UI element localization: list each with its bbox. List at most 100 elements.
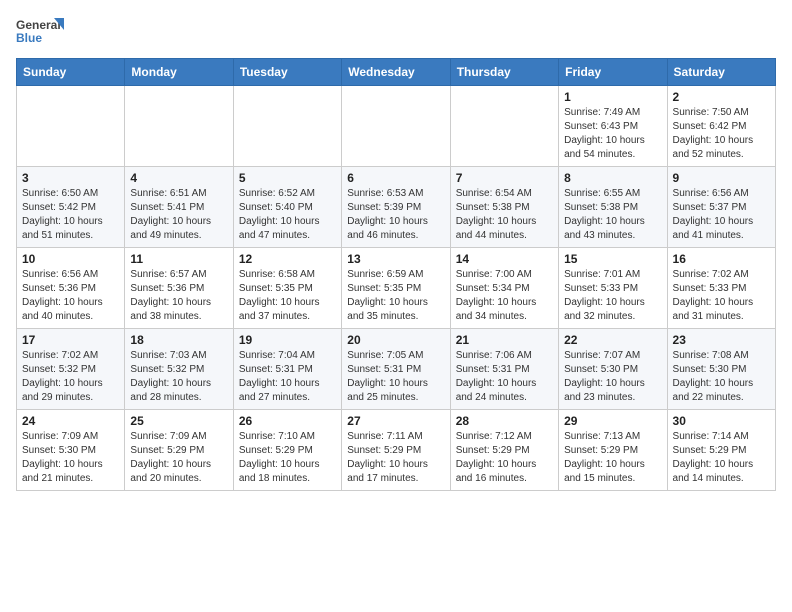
calendar-cell: 13 Sunrise: 6:59 AM Sunset: 5:35 PM Dayli… <box>342 248 450 329</box>
day-number: 2 <box>673 90 770 104</box>
day-info: Sunrise: 7:49 AM Sunset: 6:43 PM Dayligh… <box>564 106 661 162</box>
calendar-cell: 15 Sunrise: 7:01 AM Sunset: 5:33 PM Dayli… <box>559 248 667 329</box>
weekday-header: Saturday <box>667 59 775 86</box>
day-info: Sunrise: 6:56 AM Sunset: 5:37 PM Dayligh… <box>673 187 770 243</box>
svg-text:General: General <box>16 18 61 32</box>
calendar-cell <box>125 86 233 167</box>
day-info: Sunrise: 7:04 AM Sunset: 5:31 PM Dayligh… <box>239 349 336 405</box>
calendar-cell <box>233 86 341 167</box>
day-info: Sunrise: 7:09 AM Sunset: 5:30 PM Dayligh… <box>22 430 119 486</box>
day-info: Sunrise: 7:06 AM Sunset: 5:31 PM Dayligh… <box>456 349 553 405</box>
day-info: Sunrise: 7:13 AM Sunset: 5:29 PM Dayligh… <box>564 430 661 486</box>
day-info: Sunrise: 7:50 AM Sunset: 6:42 PM Dayligh… <box>673 106 770 162</box>
day-number: 6 <box>347 171 444 185</box>
day-info: Sunrise: 7:09 AM Sunset: 5:29 PM Dayligh… <box>130 430 227 486</box>
day-number: 15 <box>564 252 661 266</box>
calendar-cell: 1 Sunrise: 7:49 AM Sunset: 6:43 PM Daylig… <box>559 86 667 167</box>
calendar-cell: 18Sunrise: 7:03 AM Sunset: 5:32 PM Dayli… <box>125 329 233 410</box>
calendar-cell: 12 Sunrise: 6:58 AM Sunset: 5:35 PM Dayli… <box>233 248 341 329</box>
calendar-cell: 19 Sunrise: 7:04 AM Sunset: 5:31 PM Dayli… <box>233 329 341 410</box>
day-number: 4 <box>130 171 227 185</box>
day-info: Sunrise: 7:02 AM Sunset: 5:32 PM Dayligh… <box>22 349 119 405</box>
day-info: Sunrise: 7:03 AM Sunset: 5:32 PM Dayligh… <box>130 349 227 405</box>
day-number: 25 <box>130 414 227 428</box>
day-number: 13 <box>347 252 444 266</box>
day-number: 14 <box>456 252 553 266</box>
day-number: 20 <box>347 333 444 347</box>
calendar-cell: 8Sunrise: 6:55 AM Sunset: 5:38 PM Daylig… <box>559 167 667 248</box>
calendar-cell: 7Sunrise: 6:54 AM Sunset: 5:38 PM Daylig… <box>450 167 558 248</box>
weekday-header-row: SundayMondayTuesdayWednesdayThursdayFrid… <box>17 59 776 86</box>
day-number: 12 <box>239 252 336 266</box>
logo-icon: GeneralBlue <box>16 16 66 48</box>
day-info: Sunrise: 7:08 AM Sunset: 5:30 PM Dayligh… <box>673 349 770 405</box>
day-info: Sunrise: 7:00 AM Sunset: 5:34 PM Dayligh… <box>456 268 553 324</box>
day-number: 28 <box>456 414 553 428</box>
calendar-cell: 28 Sunrise: 7:12 AM Sunset: 5:29 PM Dayli… <box>450 410 558 491</box>
day-number: 11 <box>130 252 227 266</box>
day-info: Sunrise: 7:11 AM Sunset: 5:29 PM Dayligh… <box>347 430 444 486</box>
weekday-header: Thursday <box>450 59 558 86</box>
calendar-cell: 25 Sunrise: 7:09 AM Sunset: 5:29 PM Dayli… <box>125 410 233 491</box>
day-number: 10 <box>22 252 119 266</box>
day-info: Sunrise: 6:56 AM Sunset: 5:36 PM Dayligh… <box>22 268 119 324</box>
calendar-cell: 5Sunrise: 6:52 AM Sunset: 5:40 PM Daylig… <box>233 167 341 248</box>
day-number: 26 <box>239 414 336 428</box>
weekday-header: Monday <box>125 59 233 86</box>
weekday-header: Tuesday <box>233 59 341 86</box>
weekday-header: Wednesday <box>342 59 450 86</box>
day-number: 9 <box>673 171 770 185</box>
calendar-cell: 23 Sunrise: 7:08 AM Sunset: 5:30 PM Dayli… <box>667 329 775 410</box>
calendar-cell: 3Sunrise: 6:50 AM Sunset: 5:42 PM Daylig… <box>17 167 125 248</box>
svg-text:Blue: Blue <box>16 31 42 45</box>
day-info: Sunrise: 7:07 AM Sunset: 5:30 PM Dayligh… <box>564 349 661 405</box>
day-info: Sunrise: 6:59 AM Sunset: 5:35 PM Dayligh… <box>347 268 444 324</box>
day-info: Sunrise: 6:54 AM Sunset: 5:38 PM Dayligh… <box>456 187 553 243</box>
calendar-cell: 20Sunrise: 7:05 AM Sunset: 5:31 PM Dayli… <box>342 329 450 410</box>
logo: GeneralBlue <box>16 16 66 48</box>
day-info: Sunrise: 7:02 AM Sunset: 5:33 PM Dayligh… <box>673 268 770 324</box>
calendar-week-row: 10 Sunrise: 6:56 AM Sunset: 5:36 PM Dayli… <box>17 248 776 329</box>
day-info: Sunrise: 7:10 AM Sunset: 5:29 PM Dayligh… <box>239 430 336 486</box>
day-number: 29 <box>564 414 661 428</box>
calendar-cell: 6Sunrise: 6:53 AM Sunset: 5:39 PM Daylig… <box>342 167 450 248</box>
calendar-cell: 9 Sunrise: 6:56 AM Sunset: 5:37 PM Daylig… <box>667 167 775 248</box>
page-header: GeneralBlue <box>16 16 776 48</box>
calendar-cell: 30 Sunrise: 7:14 AM Sunset: 5:29 PM Dayli… <box>667 410 775 491</box>
day-number: 21 <box>456 333 553 347</box>
day-number: 3 <box>22 171 119 185</box>
weekday-header: Sunday <box>17 59 125 86</box>
weekday-header: Friday <box>559 59 667 86</box>
calendar-week-row: 17 Sunrise: 7:02 AM Sunset: 5:32 PM Dayli… <box>17 329 776 410</box>
day-info: Sunrise: 6:51 AM Sunset: 5:41 PM Dayligh… <box>130 187 227 243</box>
day-info: Sunrise: 7:01 AM Sunset: 5:33 PM Dayligh… <box>564 268 661 324</box>
calendar-cell: 10 Sunrise: 6:56 AM Sunset: 5:36 PM Dayli… <box>17 248 125 329</box>
calendar-week-row: 3Sunrise: 6:50 AM Sunset: 5:42 PM Daylig… <box>17 167 776 248</box>
calendar-cell: 29 Sunrise: 7:13 AM Sunset: 5:29 PM Dayli… <box>559 410 667 491</box>
day-info: Sunrise: 7:14 AM Sunset: 5:29 PM Dayligh… <box>673 430 770 486</box>
calendar-cell: 2 Sunrise: 7:50 AM Sunset: 6:42 PM Daylig… <box>667 86 775 167</box>
calendar-cell: 14 Sunrise: 7:00 AM Sunset: 5:34 PM Dayli… <box>450 248 558 329</box>
calendar-cell: 21 Sunrise: 7:06 AM Sunset: 5:31 PM Dayli… <box>450 329 558 410</box>
day-number: 17 <box>22 333 119 347</box>
calendar-week-row: 24Sunrise: 7:09 AM Sunset: 5:30 PM Dayli… <box>17 410 776 491</box>
calendar-cell <box>17 86 125 167</box>
day-info: Sunrise: 6:52 AM Sunset: 5:40 PM Dayligh… <box>239 187 336 243</box>
day-number: 19 <box>239 333 336 347</box>
calendar-cell <box>342 86 450 167</box>
day-info: Sunrise: 6:55 AM Sunset: 5:38 PM Dayligh… <box>564 187 661 243</box>
day-number: 23 <box>673 333 770 347</box>
calendar-cell: 27 Sunrise: 7:11 AM Sunset: 5:29 PM Dayli… <box>342 410 450 491</box>
day-info: Sunrise: 7:12 AM Sunset: 5:29 PM Dayligh… <box>456 430 553 486</box>
day-number: 22 <box>564 333 661 347</box>
calendar-cell: 26 Sunrise: 7:10 AM Sunset: 5:29 PM Dayli… <box>233 410 341 491</box>
calendar-cell: 22 Sunrise: 7:07 AM Sunset: 5:30 PM Dayli… <box>559 329 667 410</box>
day-number: 30 <box>673 414 770 428</box>
day-info: Sunrise: 6:57 AM Sunset: 5:36 PM Dayligh… <box>130 268 227 324</box>
day-number: 27 <box>347 414 444 428</box>
day-number: 1 <box>564 90 661 104</box>
calendar-cell: 16Sunrise: 7:02 AM Sunset: 5:33 PM Dayli… <box>667 248 775 329</box>
day-info: Sunrise: 6:58 AM Sunset: 5:35 PM Dayligh… <box>239 268 336 324</box>
calendar-cell: 17 Sunrise: 7:02 AM Sunset: 5:32 PM Dayli… <box>17 329 125 410</box>
calendar-cell <box>450 86 558 167</box>
